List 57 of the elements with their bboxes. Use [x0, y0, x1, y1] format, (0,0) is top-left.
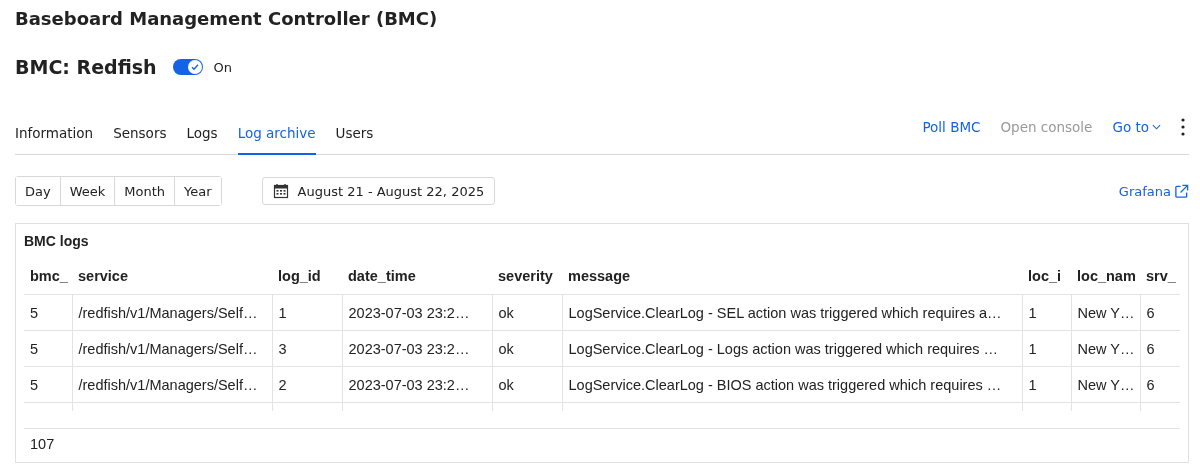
- table-cell: 1: [1022, 330, 1071, 367]
- tab[interactable]: Logs: [186, 113, 218, 155]
- table-cell: ok: [492, 294, 562, 331]
- table-cell: 2023-07-03 23:2…: [342, 330, 492, 367]
- column-header: bmc_: [24, 258, 72, 295]
- tab[interactable]: Users: [335, 113, 374, 155]
- calendar-icon: [272, 183, 289, 199]
- table-cell: /redfish/v1/Managers/Self…: [72, 330, 272, 367]
- tab[interactable]: Sensors: [113, 113, 167, 155]
- toggle-label: On: [213, 59, 233, 75]
- table-cell: New Y…: [1071, 294, 1140, 331]
- external-link-icon: [1174, 183, 1189, 199]
- bmc-title: BMC: Redfish: [15, 56, 157, 78]
- column-header: loc_i: [1022, 258, 1071, 295]
- column-header: loc_nam: [1071, 258, 1140, 295]
- caret-icon: [1152, 123, 1161, 130]
- check-icon: [187, 60, 202, 74]
- table-cell: 5: [24, 366, 72, 403]
- column-header: service: [72, 258, 272, 295]
- table-cell: /redfish/v1/Managers/Self…: [72, 366, 272, 403]
- table-cell: 6: [1140, 366, 1180, 403]
- table-cell: 2: [272, 366, 342, 403]
- table-cell: 2023-07-03 23:2…: [342, 294, 492, 331]
- tab[interactable]: Information: [15, 113, 94, 155]
- table-cell: 1: [1022, 294, 1071, 331]
- table-cell: ok: [492, 366, 562, 403]
- page-title: Baseboard Management Controller (BMC): [15, 7, 439, 31]
- row-count: 107: [24, 428, 1180, 459]
- period-button[interactable]: Year: [174, 177, 221, 205]
- column-header: log_id: [272, 258, 342, 295]
- action-link[interactable]: Poll BMC: [922, 118, 981, 135]
- table-cell: 5: [24, 330, 72, 367]
- table-cell: 6: [1140, 330, 1180, 367]
- table-cell: New Y…: [1071, 330, 1140, 367]
- table-cell: LogService.ClearLog - Logs action was triggered which requires …: [562, 330, 1022, 367]
- column-header: srv_: [1140, 258, 1180, 295]
- column-header: date_time: [342, 258, 492, 295]
- table-cell: LogService.ClearLog - SEL action was triggered which requires a…: [562, 294, 1022, 331]
- panel-title: BMC logs: [24, 232, 90, 251]
- table-cell: 3: [272, 330, 342, 367]
- column-header: severity: [492, 258, 562, 295]
- goto-dropdown[interactable]: Go to: [1112, 118, 1161, 135]
- table-cell: /redfish/v1/Managers/Self…: [72, 294, 272, 331]
- date-range-button[interactable]: August 21 - August 22, 2025: [261, 177, 496, 205]
- column-header: message: [562, 258, 1022, 295]
- table-cell: 1: [1022, 366, 1071, 403]
- table-cell: LogService.ClearLog - BIOS action was triggered which requires …: [562, 366, 1022, 403]
- toggle-switch[interactable]: [172, 59, 203, 75]
- grafana-link[interactable]: Grafana: [1118, 183, 1189, 199]
- table-cell: 1: [272, 294, 342, 331]
- more-icon[interactable]: [1181, 117, 1185, 136]
- table-cell: New Y…: [1071, 366, 1140, 403]
- tab[interactable]: Log archive: [237, 113, 316, 155]
- table-cell: ok: [492, 330, 562, 367]
- table-cell: 6: [1140, 294, 1180, 331]
- table-cell: 2023-07-03 23:2…: [342, 366, 492, 403]
- table-cell: 5: [24, 294, 72, 331]
